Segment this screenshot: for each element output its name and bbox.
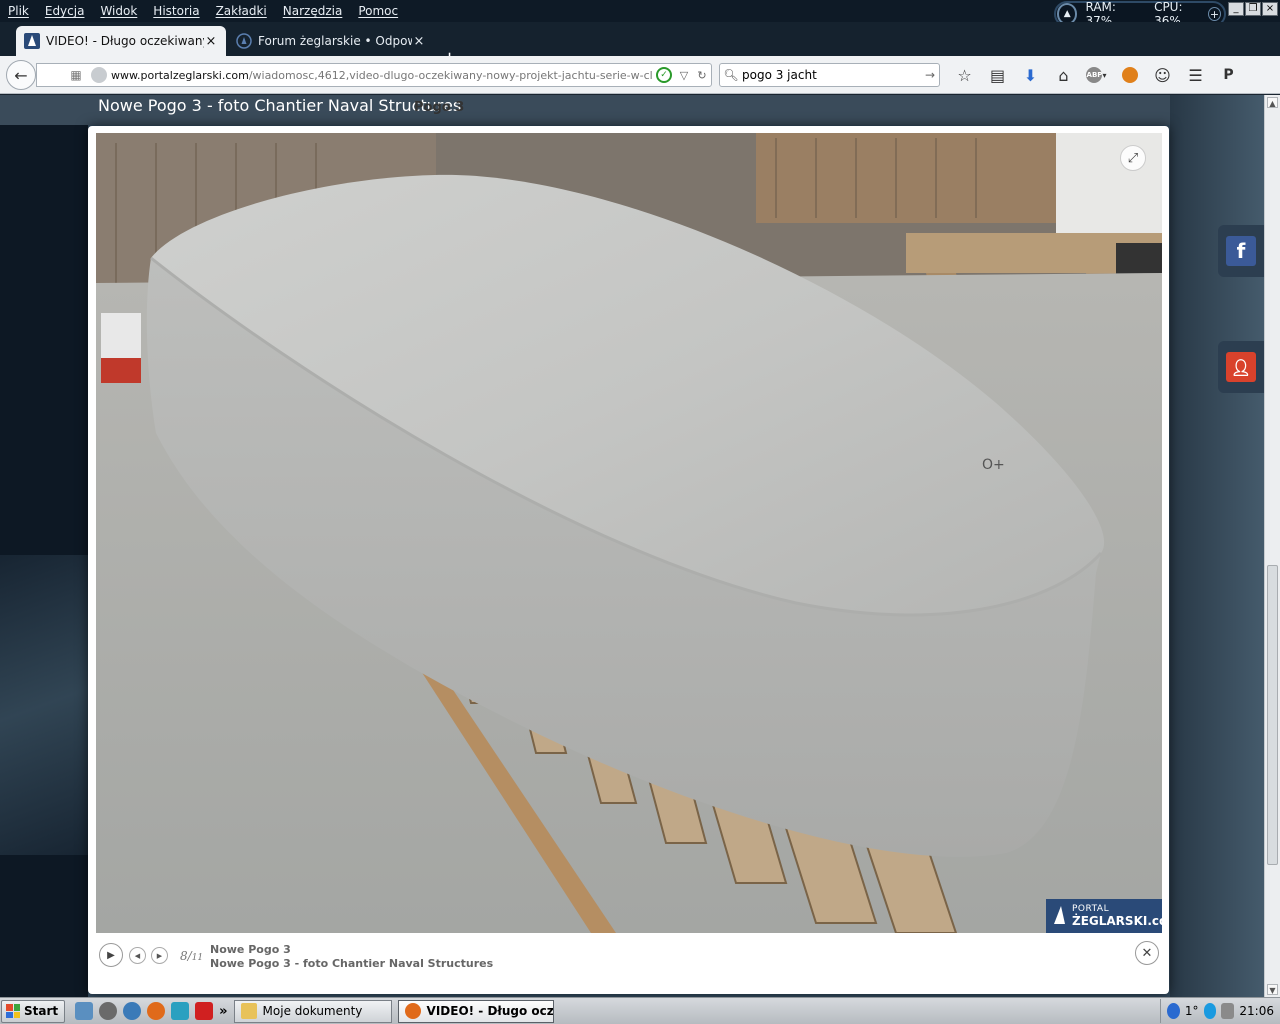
navigation-bar: ▦ www.portalzeglarski.com /wiadomosc,461… (0, 56, 1280, 94)
caption-description: Nowe Pogo 3 - foto Chantier Naval Struct… (210, 957, 494, 970)
hull-photo-illustration: O+ (96, 133, 1162, 933)
facebook-button[interactable]: f (1218, 225, 1264, 277)
red-app-icon[interactable] (195, 1002, 214, 1020)
quick-launch: » (75, 1002, 228, 1020)
tab-bar: VIDEO! - Długo oczekiwany n... × Forum ż… (0, 22, 1280, 68)
vertical-scrollbar[interactable]: ▲ ▼ (1264, 95, 1280, 997)
volume-tray-icon[interactable] (1221, 1003, 1235, 1019)
site-identity-icon[interactable] (91, 67, 107, 83)
tab-video-article[interactable]: VIDEO! - Długo oczekiwany n... × (16, 26, 226, 56)
home-icon[interactable]: ⌂ (1047, 64, 1080, 86)
quick-launch-overflow-icon[interactable]: » (219, 1004, 227, 1019)
toolbar-icons: ☆ ▤ ⬇ ⌂ ABP ▾ ☺ ☰ P (948, 64, 1245, 86)
close-window-icon[interactable]: × (1262, 2, 1278, 16)
play-icon: ▶ (107, 949, 115, 961)
url-bar[interactable]: ▦ www.portalzeglarski.com /wiadomosc,461… (36, 63, 712, 87)
clock[interactable]: 21:06 (1239, 1004, 1274, 1018)
shield-app-icon[interactable] (171, 1002, 190, 1020)
chevron-left-icon: ◀ (134, 951, 141, 960)
forum-favicon-icon (236, 33, 252, 49)
folder-icon (240, 1003, 257, 1019)
temperature-readout: 1° (1184, 1004, 1199, 1018)
page-left-decor (0, 555, 88, 855)
start-button[interactable]: Start (1, 999, 66, 1023)
tab-close-icon[interactable]: × (412, 34, 426, 49)
user-icon: 👤︎ (1226, 352, 1256, 382)
hull-marking: O+ (982, 457, 1005, 473)
sail-logo-icon (1054, 906, 1065, 924)
dropdown-history-icon[interactable]: ▽ (675, 69, 693, 82)
photo-lightbox: O+ ⤢ PORTAL ŻEGLARSKI.com ▶ ◀ ▶ 8/11 Now… (88, 126, 1169, 994)
user-login-button[interactable]: 👤︎ (1218, 341, 1264, 393)
firefox-launch-icon[interactable] (147, 1002, 166, 1020)
star-icon[interactable]: ☆ (948, 64, 981, 86)
system-tray: 1° 21:06 (1160, 999, 1280, 1023)
show-desktop-icon[interactable] (75, 1002, 94, 1020)
adblock-icon[interactable]: ABP ▾ (1080, 64, 1113, 86)
reload-icon[interactable]: ↻ (693, 69, 711, 82)
search-icon: 🔍︎ (723, 68, 739, 82)
background-photo-title: Nowe Pogo 3 - foto Chantier Naval Struct… (98, 96, 462, 115)
background-subtitle: Pogo 3 (414, 100, 465, 115)
tab-title: VIDEO! - Długo oczekiwany n... (46, 34, 204, 48)
url-path: /wiadomosc,4612,video-dlugo-oczekiwany-n… (248, 68, 653, 82)
firefox-icon (404, 1003, 421, 1019)
close-lightbox-button[interactable]: ✕ (1135, 941, 1159, 965)
skype-tray-icon[interactable] (1203, 1003, 1217, 1019)
url-domain: www.portalzeglarski.com (111, 68, 249, 82)
scroll-up-icon[interactable]: ▲ (1267, 97, 1278, 108)
photo-counter: 8/11 (180, 949, 204, 963)
menu-bookmarks[interactable]: Zakładki (208, 4, 275, 18)
restore-icon[interactable]: ❐ (1245, 2, 1261, 16)
emoji-icon[interactable]: ☺ (1146, 64, 1179, 86)
portal-favicon-icon (24, 33, 40, 49)
menu-help[interactable]: Pomoc (350, 4, 406, 18)
menu-view[interactable]: Widok (92, 4, 145, 18)
verified-check-icon: ✓ (656, 67, 672, 83)
search-bar[interactable]: 🔍︎ → (719, 63, 940, 87)
window-controls: _ ❐ × (1228, 2, 1278, 16)
scroll-down-icon[interactable]: ▼ (1267, 984, 1278, 995)
lightbox-controls: ▶ ◀ ▶ 8/11 Nowe Pogo 3 Nowe Pogo 3 - fot… (96, 939, 1162, 987)
menu-icon[interactable]: ☰ (1179, 64, 1212, 86)
extension-icon[interactable] (1113, 64, 1146, 86)
app-launcher-icon[interactable] (99, 1002, 118, 1020)
back-button[interactable]: ← (6, 60, 36, 90)
search-input[interactable] (742, 68, 921, 82)
taskbar-item-documents[interactable]: Moje dokumenty (233, 999, 392, 1023)
reader-icon[interactable]: ▤ (981, 64, 1014, 86)
chevron-right-icon: ▶ (156, 951, 163, 960)
menu-file[interactable]: Plik (0, 4, 37, 18)
portal-watermark-logo: PORTAL ŻEGLARSKI.com (1046, 899, 1162, 933)
lightbox-photo[interactable]: O+ ⤢ PORTAL ŻEGLARSKI.com (96, 133, 1162, 933)
search-go-icon[interactable]: → (921, 68, 939, 82)
download-icon[interactable]: ⬇ (1014, 64, 1047, 86)
network-tray-icon[interactable] (1167, 1003, 1180, 1019)
tab-title: Forum żeglarskie • Odpowiedz (258, 34, 412, 48)
tab-close-icon[interactable]: × (204, 34, 218, 49)
page-list-icon[interactable]: ▦ (65, 68, 87, 82)
menu-history[interactable]: Historia (145, 4, 207, 18)
facebook-icon: f (1226, 236, 1256, 266)
tab-forum[interactable]: Forum żeglarskie • Odpowiedz × (228, 26, 434, 56)
caption-title: Nowe Pogo 3 (210, 943, 291, 956)
close-icon: ✕ (1141, 945, 1153, 961)
scroll-thumb[interactable] (1267, 565, 1278, 865)
menu-edit[interactable]: Edycja (37, 4, 93, 18)
play-slideshow-button[interactable]: ▶ (99, 943, 123, 967)
windows-logo-icon (6, 1004, 20, 1018)
chat-app-icon[interactable] (123, 1002, 142, 1020)
taskbar-item-firefox[interactable]: VIDEO! - Długo oczeki... (397, 999, 554, 1023)
pocket-icon[interactable]: P (1212, 64, 1245, 86)
minimize-icon[interactable]: _ (1228, 2, 1244, 16)
menu-tools[interactable]: Narzędzia (275, 4, 351, 18)
next-photo-button[interactable]: ▶ (151, 947, 168, 964)
previous-photo-button[interactable]: ◀ (129, 947, 146, 964)
plus-icon[interactable]: + (1208, 7, 1221, 21)
back-arrow-icon: ← (14, 65, 28, 85)
fullscreen-icon[interactable]: ⤢ (1120, 145, 1146, 171)
taskbar: Start » Moje dokumenty VIDEO! - Długo oc… (0, 997, 1280, 1024)
